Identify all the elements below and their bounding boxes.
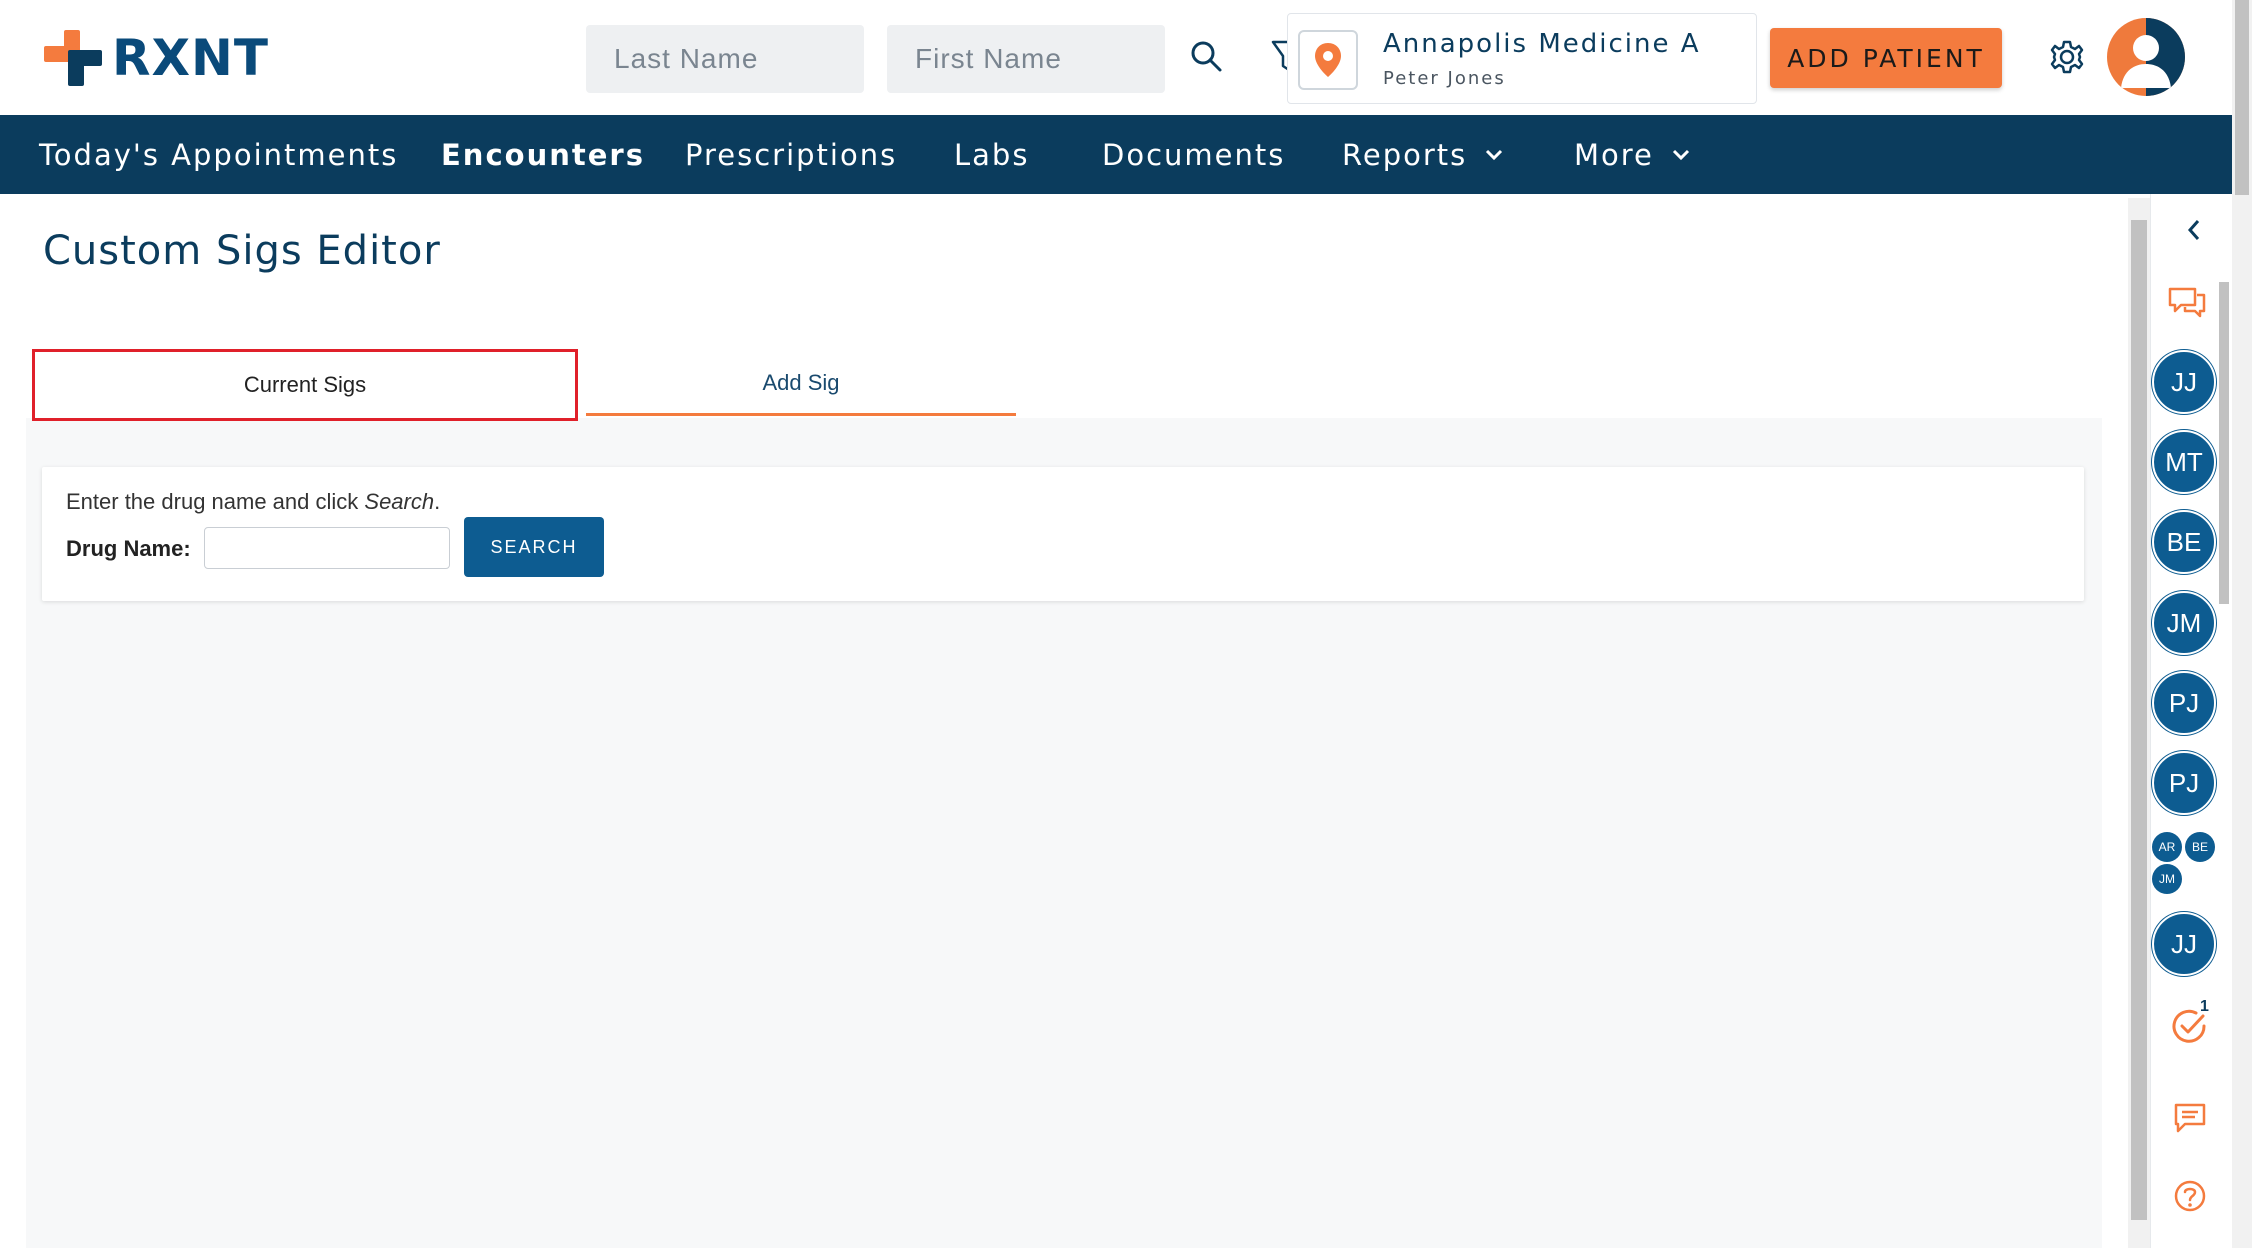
sidebar-user-jj-2[interactable]: JJ (2152, 912, 2216, 976)
chevron-down-icon (1672, 149, 1690, 161)
nav-more[interactable]: More (1574, 115, 1690, 194)
nav-encounters[interactable]: Encounters (441, 115, 645, 194)
page-scrollbar[interactable] (2232, 0, 2252, 1248)
last-name-input[interactable]: Last Name (586, 25, 864, 93)
tab-add-sig[interactable]: Add Sig (586, 352, 1016, 416)
location-selector[interactable]: Annapolis Medicine A Peter Jones (1287, 13, 1757, 104)
user-avatar-icon (2121, 18, 2185, 96)
message-icon[interactable] (2170, 1098, 2210, 1138)
app-root: RXNT Last Name First Name Annapolis Medi… (0, 0, 2252, 1248)
sidebar-user-be[interactable]: BE (2152, 510, 2216, 574)
group-member-jm[interactable]: JM (2152, 864, 2182, 894)
logo-cross-icon (44, 30, 102, 86)
sidebar-user-mt[interactable]: MT (2152, 430, 2216, 494)
page-scrollbar-thumb[interactable] (2235, 0, 2249, 195)
tab-current-sigs[interactable]: Current Sigs (32, 349, 578, 421)
nav-reports[interactable]: Reports (1342, 115, 1503, 194)
add-patient-button[interactable]: ADD PATIENT (1770, 28, 2002, 88)
main-scrollbar[interactable] (2128, 198, 2150, 1248)
group-member-be[interactable]: BE (2185, 832, 2215, 862)
sidebar-user-jj[interactable]: JJ (2152, 350, 2216, 414)
help-icon[interactable] (2170, 1176, 2210, 1216)
first-name-input[interactable]: First Name (887, 25, 1165, 93)
nav-prescriptions[interactable]: Prescriptions (685, 115, 897, 194)
search-icon[interactable] (1186, 36, 1226, 76)
main-nav: Today's Appointments Encounters Prescrip… (0, 115, 2232, 194)
tasks-badge: 1 (2200, 998, 2209, 1015)
main-scrollbar-thumb[interactable] (2131, 220, 2147, 1220)
nav-todays-appointments[interactable]: Today's Appointments (39, 115, 398, 194)
rxnt-logo[interactable]: RXNT (42, 28, 269, 88)
search-hint: Enter the drug name and click Search. (66, 489, 441, 514)
sidebar-user-jm[interactable]: JM (2152, 591, 2216, 655)
logo-text: RXNT (112, 29, 270, 87)
chevron-down-icon (1485, 149, 1503, 161)
chat-icon[interactable] (2166, 284, 2208, 324)
provider-name: Peter Jones (1383, 68, 1506, 89)
nav-documents[interactable]: Documents (1102, 115, 1285, 194)
nav-more-label: More (1574, 137, 1654, 172)
sidebar-scrollbar[interactable] (2216, 262, 2232, 962)
sidebar-user-pj[interactable]: PJ (2152, 671, 2216, 735)
drug-name-label: Drug Name: (66, 536, 191, 561)
top-header: RXNT Last Name First Name Annapolis Medi… (0, 0, 2232, 115)
location-pin-icon (1298, 30, 1358, 90)
collapse-chevron-left-icon[interactable] (2180, 216, 2208, 244)
search-button[interactable]: SEARCH (464, 517, 604, 577)
sidebar-user-pj-2[interactable]: PJ (2152, 751, 2216, 815)
drug-name-input[interactable] (204, 527, 450, 569)
gear-icon[interactable] (2047, 37, 2087, 77)
sidebar-scrollbar-thumb[interactable] (2219, 282, 2229, 604)
drug-search-card: Enter the drug name and click Search. Dr… (42, 467, 2084, 601)
user-avatar[interactable] (2107, 18, 2185, 96)
nav-labs[interactable]: Labs (954, 115, 1029, 194)
location-name: Annapolis Medicine A (1383, 29, 1701, 59)
nav-reports-label: Reports (1342, 137, 1468, 172)
page-title: Custom Sigs Editor (43, 228, 441, 274)
group-member-ar[interactable]: AR (2152, 832, 2182, 862)
